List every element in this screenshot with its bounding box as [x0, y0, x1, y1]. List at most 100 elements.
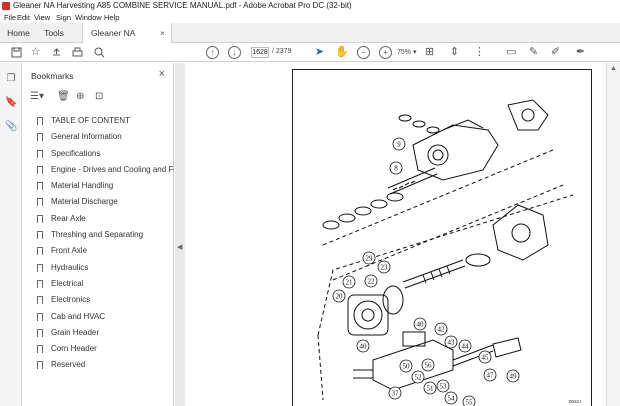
- page-thumbnails-icon[interactable]: ❐: [5, 73, 17, 85]
- bookmark-item[interactable]: Reserved: [36, 357, 174, 373]
- scroll-up-icon[interactable]: ▲: [610, 65, 617, 72]
- search-icon[interactable]: [93, 46, 106, 59]
- chevron-down-icon: ▾: [412, 49, 417, 56]
- toolbar: ☆ ↑ ↓ 1628 / 2379 ➤ ✋ − + 75% ▾ ⊞ ⇕ ⋮ ▭ …: [0, 43, 620, 62]
- callout-49: 49: [510, 373, 518, 381]
- callout-23: 23: [381, 264, 389, 272]
- pdf-page: 9 8 29 21 22 23 20 40 42 43 44 40 51 50 …: [185, 63, 606, 406]
- menu-file[interactable]: File: [4, 13, 16, 22]
- bookmark-label: Front Axle: [51, 246, 88, 256]
- menu-edit[interactable]: Edit: [17, 13, 30, 22]
- menu-help[interactable]: Help: [104, 13, 119, 22]
- bookmark-icon: [37, 214, 43, 223]
- bookmark-label: TABLE OF CONTENT: [51, 116, 130, 125]
- bookmark-item[interactable]: Electronics: [36, 292, 174, 308]
- callout-51: 51: [427, 385, 435, 393]
- bookmark-icon: [37, 149, 43, 158]
- fit-page-icon[interactable]: ⇕: [448, 46, 461, 59]
- bookmark-item[interactable]: Grain Header: [36, 325, 174, 341]
- bookmark-icon: [37, 231, 43, 240]
- bookmark-item[interactable]: Front Axle: [36, 243, 174, 259]
- document-area[interactable]: 9 8 29 21 22 23 20 40 42 43 44 40 51 50 …: [185, 63, 620, 406]
- exploded-view-diagram: 9 8 29 21 22 23 20 40 42 43 44 40 51 50 …: [317, 99, 581, 406]
- bookmark-item[interactable]: Material Handling: [36, 178, 174, 194]
- menu-bar: File Edit View Sign Window Help: [0, 12, 620, 23]
- close-icon[interactable]: ×: [159, 68, 165, 80]
- bookmark-label: Grain Header: [51, 327, 100, 337]
- bookmark-item[interactable]: Electrical: [36, 276, 174, 292]
- bookmark-icon: [37, 279, 43, 288]
- bookmark-item[interactable]: Threshing and Separating: [36, 227, 174, 243]
- callout-53: 53: [440, 383, 448, 391]
- callout-37: 37: [392, 390, 400, 398]
- bookmark-icon: [37, 182, 43, 191]
- bookmark-item[interactable]: Specifications: [36, 146, 174, 162]
- bookmark-label: Cab and HVAC: [51, 311, 106, 321]
- fill-sign-icon[interactable]: ✒: [574, 46, 587, 59]
- bookmark-icon: [37, 117, 43, 125]
- options-menu-icon[interactable]: ☰▾: [30, 91, 44, 102]
- hand-tool-icon[interactable]: ✋: [335, 46, 349, 59]
- previous-page-icon[interactable]: ↑: [206, 46, 219, 59]
- bookmark-item[interactable]: Engine - Drives and Cooling and Fue: [36, 162, 174, 178]
- bookmark-icon: [37, 345, 43, 354]
- select-cursor-icon[interactable]: ➤: [313, 46, 326, 59]
- comment-icon[interactable]: ▭: [505, 46, 518, 59]
- callout-50: 50: [403, 363, 411, 371]
- collapse-arrow-icon: ◀: [177, 244, 183, 251]
- bookmark-item[interactable]: TABLE OF CONTENT: [36, 113, 174, 129]
- bookmark-item[interactable]: Corn Header: [36, 341, 174, 357]
- save-icon[interactable]: [10, 46, 23, 59]
- bookmark-icon: [37, 361, 43, 370]
- attachments-icon[interactable]: 📎: [5, 121, 17, 133]
- upload-icon[interactable]: [50, 46, 63, 59]
- bookmark-item[interactable]: Rear Axle: [36, 211, 174, 227]
- highlight-pen-icon[interactable]: ✎: [527, 46, 540, 59]
- close-tab-icon[interactable]: ×: [160, 23, 165, 43]
- bookmark-icon: [37, 133, 43, 142]
- menu-view[interactable]: View: [34, 13, 50, 22]
- panel-collapse-handle[interactable]: ◀: [175, 63, 185, 406]
- scroll-mode-icon[interactable]: ⋮: [473, 46, 486, 59]
- delete-icon[interactable]: 🗑: [57, 91, 70, 102]
- bookmarks-icon[interactable]: 🔖: [5, 97, 17, 109]
- expand-bookmark-icon[interactable]: ⊡: [95, 91, 103, 102]
- page-count: / 2379: [272, 48, 292, 55]
- new-bookmark-icon[interactable]: ⊕: [76, 91, 84, 102]
- tab-home[interactable]: Home: [0, 23, 37, 43]
- bookmark-item[interactable]: Hydraulics: [36, 260, 174, 276]
- window-title: Gleaner NA Harvesting A85 COMBINE SERVIC…: [13, 1, 352, 10]
- zoom-out-icon[interactable]: −: [357, 46, 370, 59]
- callout-29: 29: [366, 255, 374, 263]
- bookmark-label: Rear Axle: [51, 213, 86, 223]
- bookmark-icon: [37, 263, 43, 272]
- vertical-scrollbar[interactable]: ▲: [606, 63, 620, 406]
- tab-tools[interactable]: Tools: [37, 23, 71, 43]
- callout-40b: 40: [360, 343, 368, 351]
- bookmark-label: Threshing and Separating: [51, 230, 144, 240]
- bookmark-label: Corn Header: [51, 344, 97, 354]
- menu-sign[interactable]: Sign: [56, 13, 71, 22]
- next-page-icon[interactable]: ↓: [228, 46, 241, 59]
- bookmark-label: Material Discharge: [51, 197, 118, 207]
- bookmark-item[interactable]: General Information: [36, 129, 174, 145]
- bookmark-item[interactable]: Cab and HVAC: [36, 309, 174, 325]
- callout-54: 54: [448, 395, 456, 403]
- draw-icon[interactable]: ✐: [549, 46, 562, 59]
- bookmark-icon: [37, 328, 43, 337]
- bookmark-icon: [37, 312, 43, 321]
- menu-window[interactable]: Window: [75, 13, 102, 22]
- bookmark-label: Material Handling: [51, 181, 114, 191]
- zoom-in-icon[interactable]: +: [379, 46, 392, 59]
- star-icon[interactable]: ☆: [29, 46, 42, 59]
- bookmark-list: TABLE OF CONTENT General Information Speci…: [36, 113, 174, 374]
- callout-47: 47: [487, 372, 495, 380]
- page-number-input[interactable]: 1628: [251, 47, 269, 58]
- bookmark-item[interactable]: Material Discharge: [36, 194, 174, 210]
- callout-22: 22: [368, 278, 376, 286]
- bookmark-label: Engine - Drives and Cooling and Fue: [51, 164, 174, 174]
- tab-document[interactable]: Gleaner NA Harves... ×: [82, 23, 172, 58]
- page-view-icon[interactable]: ⊞: [423, 46, 436, 59]
- callout-55: 55: [466, 399, 474, 406]
- print-icon[interactable]: [71, 46, 84, 59]
